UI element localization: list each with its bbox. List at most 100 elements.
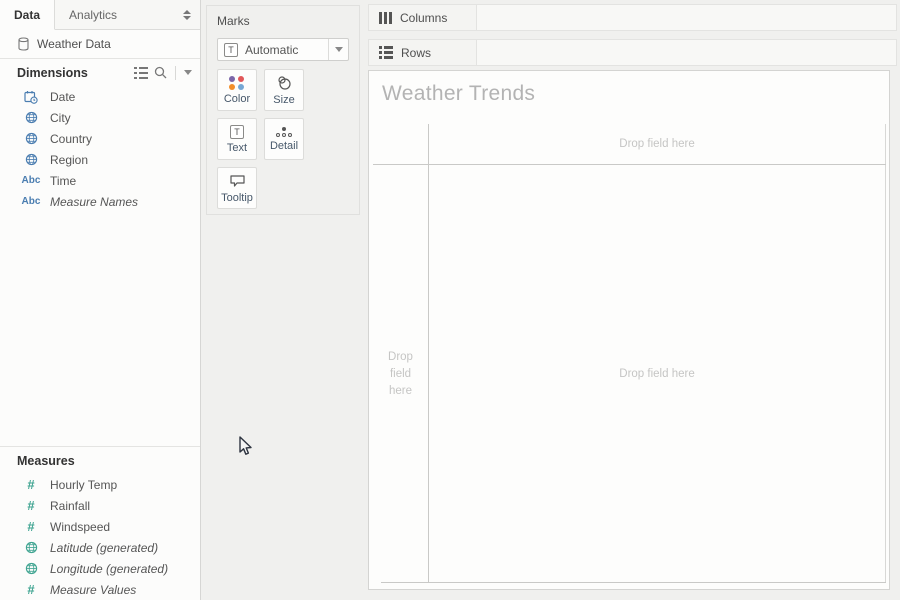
field-label: Measure Names	[50, 195, 138, 209]
drop-field-text: Drop field here	[619, 368, 694, 380]
rows-bars-icon	[379, 46, 393, 59]
detail-button[interactable]: Detail	[264, 118, 304, 160]
field-label: Time	[50, 174, 76, 188]
globe-icon	[20, 562, 42, 575]
globe-icon	[20, 111, 42, 124]
number-icon: #	[20, 582, 42, 597]
color-button[interactable]: Color	[217, 69, 257, 111]
view-list-icon[interactable]	[134, 67, 148, 79]
swap-panels-icon[interactable]	[174, 0, 200, 29]
rows-shelf-label: Rows	[369, 40, 477, 65]
abc-icon: Abc	[20, 175, 42, 186]
sort-up-icon	[183, 10, 191, 14]
measure-field-hourly-temp[interactable]: # Hourly Temp	[0, 474, 200, 495]
drop-field-text: Drop field here	[619, 138, 694, 150]
measures-title: Measures	[17, 454, 75, 468]
rows-header-drop-zone[interactable]: Drop field here	[373, 349, 428, 400]
globe-icon	[20, 153, 42, 166]
pane-drop-zone[interactable]: Drop field here	[429, 165, 885, 582]
mark-btn-label: Text	[227, 142, 247, 154]
field-label: Hourly Temp	[50, 478, 117, 492]
drop-field-text: Drop	[373, 349, 428, 366]
columns-header-drop-zone[interactable]: Drop field here	[429, 124, 885, 164]
panel-tabs: Data Analytics	[0, 0, 200, 30]
rows-label-text: Rows	[401, 46, 431, 60]
mark-type-dropdown[interactable]: T Automatic	[217, 38, 349, 61]
dimension-field-date[interactable]: Date	[0, 86, 200, 107]
size-circles-icon	[276, 75, 292, 91]
pane-right-border	[885, 124, 886, 583]
number-icon: #	[20, 519, 42, 534]
worksheet-canvas: Weather Trends Drop field here Drop fiel…	[368, 70, 890, 590]
search-icon[interactable]	[154, 66, 167, 79]
rows-drop-area[interactable]	[477, 40, 896, 65]
columns-shelf: Columns	[368, 4, 897, 31]
tooltip-bubble-icon	[229, 173, 246, 189]
tab-data[interactable]: Data	[0, 0, 55, 30]
columns-shelf-label: Columns	[369, 5, 477, 30]
tab-analytics[interactable]: Analytics	[55, 0, 174, 29]
measures-section: Measures # Hourly Temp # Rainfall # Wind…	[0, 446, 200, 600]
abc-icon: Abc	[20, 196, 42, 207]
tooltip-button[interactable]: Tooltip	[217, 167, 257, 209]
field-label: Rainfall	[50, 499, 90, 513]
measure-field-longitude[interactable]: Longitude (generated)	[0, 558, 200, 579]
dimension-field-country[interactable]: Country	[0, 128, 200, 149]
columns-label-text: Columns	[400, 11, 447, 25]
data-source-name: Weather Data	[37, 37, 111, 51]
measures-list: # Hourly Temp # Rainfall # Windspeed	[0, 474, 200, 600]
measure-field-latitude[interactable]: Latitude (generated)	[0, 537, 200, 558]
dimension-field-city[interactable]: City	[0, 107, 200, 128]
detail-dots-icon	[276, 127, 292, 137]
sort-down-icon	[183, 16, 191, 20]
measure-field-measure-values[interactable]: # Measure Values	[0, 579, 200, 600]
calendar-clock-icon	[20, 90, 42, 104]
dimensions-header: Dimensions	[0, 59, 200, 86]
dimension-field-measure-names[interactable]: Abc Measure Names	[0, 191, 200, 212]
marks-column: Marks T Automatic Color Size	[201, 0, 365, 600]
mark-btn-label: Size	[273, 94, 294, 106]
measure-field-windspeed[interactable]: # Windspeed	[0, 516, 200, 537]
data-panel: Data Analytics Weather Data Dimensions	[0, 0, 201, 600]
sheet-title: Weather Trends	[382, 82, 535, 106]
field-label: Longitude (generated)	[50, 562, 168, 576]
number-icon: #	[20, 477, 42, 492]
marks-buttons: Color Size T Text Deta	[217, 69, 349, 209]
columns-drop-area[interactable]	[477, 5, 896, 30]
field-label: Date	[50, 90, 75, 104]
drop-field-text: field	[373, 366, 428, 383]
measures-header: Measures	[0, 447, 200, 474]
field-label: Latitude (generated)	[50, 541, 158, 555]
database-icon	[17, 37, 30, 51]
field-label: Region	[50, 153, 88, 167]
dimension-field-time[interactable]: Abc Time	[0, 170, 200, 191]
marks-card: Marks T Automatic Color Size	[206, 5, 360, 215]
size-button[interactable]: Size	[264, 69, 304, 111]
marks-title: Marks	[217, 14, 349, 28]
dimensions-list: Date City	[0, 86, 200, 212]
rows-shelf: Rows	[368, 39, 897, 66]
text-mark-icon: T	[224, 43, 238, 57]
text-button[interactable]: T Text	[217, 118, 257, 160]
chevron-down-icon	[335, 47, 343, 52]
data-source-item[interactable]: Weather Data	[0, 30, 200, 59]
color-dots-icon	[229, 76, 245, 90]
mark-btn-label: Color	[224, 93, 250, 105]
field-label: City	[50, 111, 71, 125]
columns-bars-icon	[379, 12, 392, 24]
text-box-icon: T	[230, 125, 244, 139]
field-label: Measure Values	[50, 583, 136, 597]
globe-icon	[20, 132, 42, 145]
panel-spacer	[0, 212, 200, 446]
measure-field-rainfall[interactable]: # Rainfall	[0, 495, 200, 516]
mark-type-value: Automatic	[238, 43, 328, 57]
dimension-field-region[interactable]: Region	[0, 149, 200, 170]
field-label: Windspeed	[50, 520, 110, 534]
number-icon: #	[20, 498, 42, 513]
drop-field-text: here	[373, 383, 428, 400]
axis-line-bottom	[381, 582, 886, 583]
dimensions-title: Dimensions	[17, 66, 88, 80]
mark-btn-label: Detail	[270, 140, 298, 152]
globe-icon	[20, 541, 42, 554]
menu-caret-icon[interactable]	[184, 70, 192, 75]
